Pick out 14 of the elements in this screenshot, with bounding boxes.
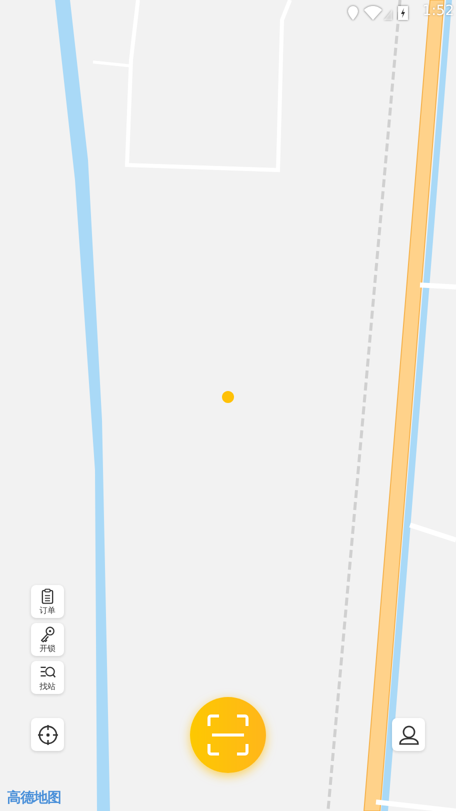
scan-icon <box>207 714 249 756</box>
profile-button[interactable] <box>392 718 425 751</box>
person-icon <box>398 724 420 746</box>
battery-icon <box>398 5 408 20</box>
signal-icon <box>364 6 392 20</box>
locate-button[interactable] <box>31 718 64 751</box>
clipboard-icon <box>39 588 56 605</box>
search-list-button[interactable]: 找站 <box>31 661 64 694</box>
map-attribution: 高德地图 <box>7 789 61 807</box>
key-button[interactable]: 开锁 <box>31 623 64 656</box>
location-icon <box>348 6 358 20</box>
key-icon <box>39 626 56 643</box>
crosshair-icon <box>36 724 58 746</box>
clipboard-button[interactable]: 订单 <box>31 585 64 618</box>
